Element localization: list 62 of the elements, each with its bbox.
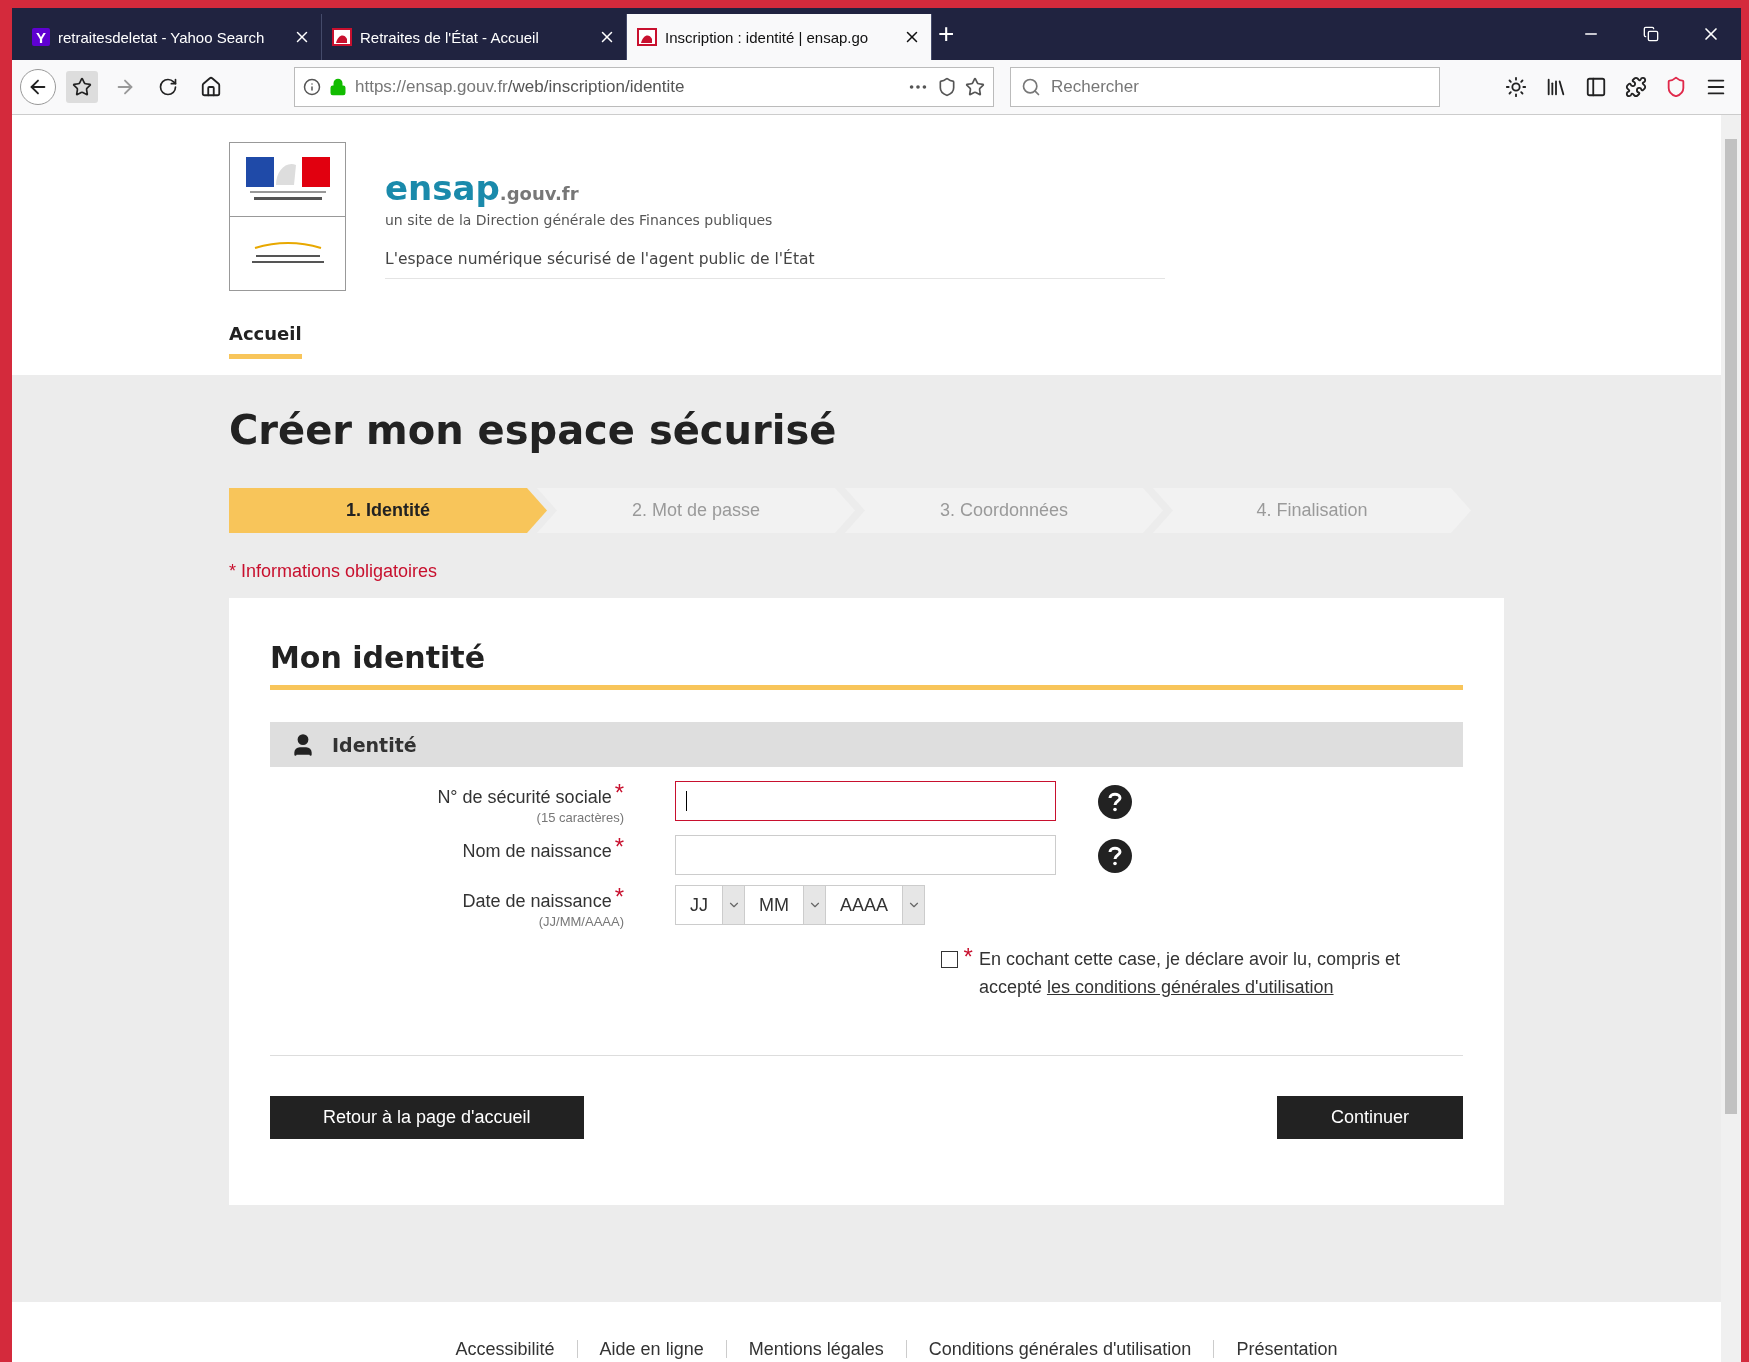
terms-link[interactable]: les conditions générales d'utilisation (1046, 977, 1334, 997)
browser-tab[interactable]: Inscription : identité | ensap.go (627, 14, 932, 60)
continue-button[interactable]: Continuer (1276, 1096, 1463, 1139)
site-subtitle: un site de la Direction générale des Finances publiques (385, 212, 774, 228)
new-tab-button[interactable]: + (932, 12, 961, 56)
checkbox[interactable] (941, 951, 958, 968)
required-mark: * (614, 781, 624, 805)
field-hint: (15 caractères) (536, 810, 624, 825)
reload-icon[interactable] (158, 77, 178, 97)
text-input[interactable] (675, 781, 1056, 821)
progress-step: 2. Mot de passe (537, 488, 855, 533)
lock-icon (329, 78, 347, 96)
required-mark: * (614, 885, 624, 909)
back-home-button[interactable]: Retour à la page d'accueil (270, 1096, 584, 1139)
footer-link[interactable]: Conditions générales d'utilisation (905, 1340, 1214, 1358)
field-label: Date de naissance (462, 890, 612, 912)
star-icon (72, 77, 92, 97)
bookmark-button[interactable] (66, 71, 98, 103)
scrollbar[interactable] (1721, 115, 1741, 1362)
date-select[interactable]: AAAA (825, 885, 926, 925)
sidebar-icon[interactable] (1585, 76, 1607, 98)
search-icon (1021, 77, 1041, 97)
progress-step: 4. Finalisation (1153, 488, 1471, 533)
info-icon (303, 78, 321, 96)
field-label: N° de sécurité sociale (437, 786, 612, 808)
restore-icon[interactable] (1643, 26, 1659, 42)
date-select[interactable]: MM (744, 885, 826, 925)
home-icon[interactable] (200, 76, 222, 98)
star-icon[interactable] (965, 77, 985, 97)
footer-link[interactable]: Présentation (1213, 1340, 1360, 1358)
sun-icon[interactable] (1505, 76, 1527, 98)
progress-step: 1. Identité (229, 488, 547, 533)
page-title: Créer mon espace sécurisé (229, 407, 838, 453)
section-title: Identité (332, 733, 417, 756)
tab-favicon (637, 27, 657, 47)
nav-link[interactable]: Accueil (229, 323, 302, 359)
form-title: Mon identité (270, 640, 1463, 690)
site-brand: ensap (385, 168, 500, 208)
required-mark: * (614, 835, 624, 859)
search-field[interactable]: Rechercher (1010, 67, 1440, 107)
footer-link[interactable]: Mentions légales (725, 1340, 906, 1358)
progress-step: 3. Coordonnées (845, 488, 1163, 533)
tab-favicon: Y (32, 28, 50, 46)
footer-link[interactable]: Aide en ligne (576, 1340, 726, 1358)
site-tagline: L'espace numérique sécurisé de l'agent public de l'État (385, 250, 1165, 279)
field-label: Nom de naissance (462, 840, 612, 862)
back-button[interactable] (20, 69, 56, 105)
help-icon[interactable] (1098, 839, 1132, 873)
library-icon[interactable] (1545, 76, 1567, 98)
required-note: * Informations obligatoires (229, 561, 439, 582)
consent-text: En cochant cette case, je déclare avoir lu, compris et accepté les conditions générales d'utilisation (978, 948, 1402, 999)
footer-link[interactable]: Accessibilité (433, 1340, 577, 1358)
puzzle-icon[interactable] (1625, 76, 1647, 98)
address-bar[interactable]: https://ensap.gouv.fr/web/inscription/identite (294, 67, 994, 107)
site-domain: .gouv.fr (499, 183, 579, 204)
tab-favicon (332, 27, 352, 47)
shield-icon[interactable] (937, 77, 957, 97)
date-select[interactable]: JJ (675, 885, 745, 925)
help-icon[interactable] (1098, 785, 1132, 819)
field-hint: (JJ/MM/AAAA) (538, 914, 624, 929)
shield-icon[interactable] (1665, 76, 1687, 98)
required-mark: * (963, 945, 973, 969)
